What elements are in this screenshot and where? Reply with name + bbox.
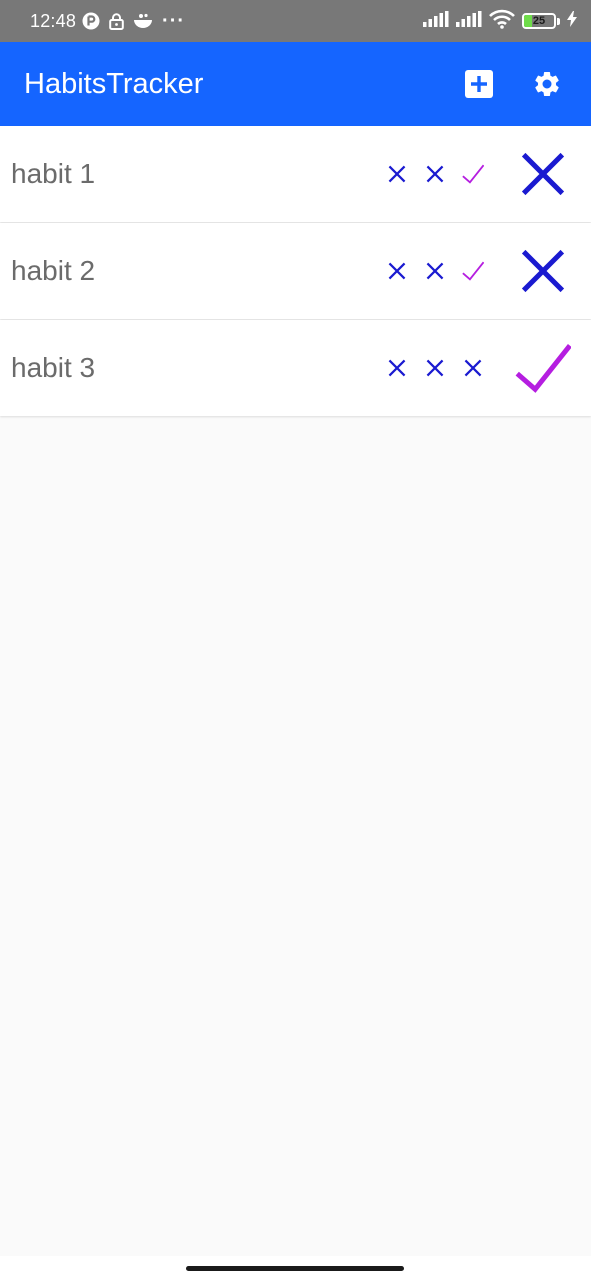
home-gesture-handle[interactable]: [186, 1266, 404, 1271]
navigation-bar: [0, 1256, 591, 1280]
app-bar: HabitsTracker: [0, 42, 591, 126]
habit-name: habit 3: [11, 352, 96, 383]
habit-name: habit 1: [11, 158, 96, 189]
battery-cap: [557, 17, 560, 25]
status-time: 12:48: [30, 10, 77, 31]
history-cross-icon: [416, 159, 454, 189]
signal-2-icon: [456, 10, 482, 32]
habit-row[interactable]: habit 1: [0, 126, 591, 222]
today-cross-toggle[interactable]: [507, 235, 579, 307]
wifi-icon: [489, 9, 515, 34]
habit-name: habit 2: [11, 255, 96, 286]
history-check-icon: [454, 159, 492, 189]
history-check-icon: [454, 256, 492, 286]
battery-fill: [524, 15, 532, 27]
habit-history: [378, 159, 492, 189]
signal-icon: [423, 10, 449, 32]
habit-row[interactable]: habit 3: [0, 320, 591, 416]
history-cross-icon: [454, 353, 492, 383]
app-notification-icon: [133, 13, 153, 29]
gear-icon: [535, 71, 559, 96]
charging-bolt-icon: [567, 10, 577, 32]
habit-row[interactable]: habit 2: [0, 223, 591, 319]
lock-icon: [109, 12, 124, 30]
notification-p-icon: [82, 12, 100, 30]
battery-level: 25: [532, 15, 546, 27]
add-box-icon: [465, 70, 493, 98]
settings-button[interactable]: [523, 60, 571, 108]
history-cross-icon: [416, 353, 454, 383]
habit-history: [378, 256, 492, 286]
today-check-toggle[interactable]: [507, 332, 579, 404]
status-bar: 12:48 ··· 25: [0, 0, 591, 42]
history-cross-icon: [378, 159, 416, 189]
add-habit-button[interactable]: [455, 60, 503, 108]
battery-icon: 25: [522, 13, 556, 29]
history-cross-icon: [378, 256, 416, 286]
history-cross-icon: [416, 256, 454, 286]
habit-history: [378, 353, 492, 383]
app-title: HabitsTracker: [24, 67, 204, 100]
habit-list: habit 1 habit 2 habit 3: [0, 126, 591, 417]
today-cross-toggle[interactable]: [507, 138, 579, 210]
history-cross-icon: [378, 353, 416, 383]
more-notifications-icon: ···: [162, 9, 186, 32]
